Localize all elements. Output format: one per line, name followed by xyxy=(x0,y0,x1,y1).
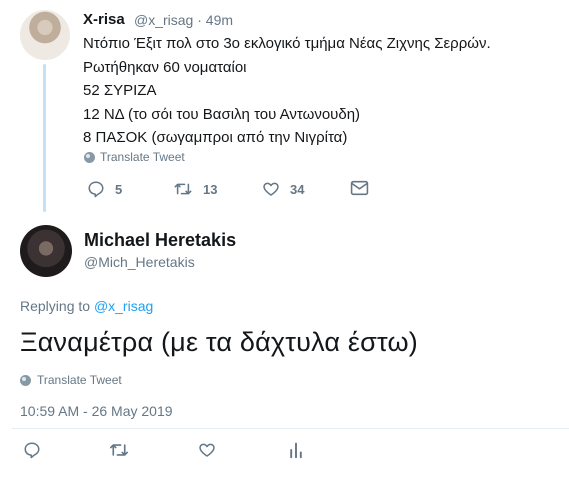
like-button[interactable] xyxy=(198,441,216,459)
avatar[interactable] xyxy=(20,225,72,277)
reply-icon xyxy=(24,442,40,459)
translate-tweet-link[interactable]: Translate Tweet xyxy=(20,373,122,387)
tweet-text: Ντόπιο Έξιτ πολ στο 3ο εκλογικό τμήμα Νέ… xyxy=(83,32,491,150)
message-button[interactable] xyxy=(350,180,369,196)
retweet-icon xyxy=(110,444,128,456)
like-icon xyxy=(263,182,279,196)
retweet-count: 13 xyxy=(203,181,218,197)
message-icon xyxy=(350,180,369,196)
analytics-icon xyxy=(290,442,302,459)
author-handle-time[interactable]: @x_risag · 49m xyxy=(134,12,233,28)
avatar[interactable] xyxy=(20,10,70,60)
reply-button[interactable]: 5 xyxy=(87,180,122,198)
globe-icon xyxy=(20,374,31,386)
retweet-icon xyxy=(174,183,192,195)
translate-tweet-link[interactable]: Translate Tweet xyxy=(84,150,185,164)
replying-prefix: Replying to xyxy=(20,298,91,314)
tweet-line: Ντόπιο Έξιτ πολ στο 3ο εκλογικό τμήμα Νέ… xyxy=(83,35,491,52)
tweet-line: Ρωτήθηκαν 60 νοματαίοι xyxy=(83,58,247,76)
reply-button[interactable] xyxy=(23,441,41,459)
retweet-button[interactable]: 13 xyxy=(173,180,217,198)
tweet-line: 8 ΠΑΣΟΚ (σωγαμπροι από την Νιγρίτα) xyxy=(83,129,348,146)
tweet-timestamp[interactable]: 10:59 AM - 26 May 2019 xyxy=(20,403,173,419)
globe-icon xyxy=(84,151,95,163)
author-handle[interactable]: @Mich_Heretakis xyxy=(84,254,195,270)
divider xyxy=(12,428,569,429)
like-icon xyxy=(199,443,215,457)
author-name[interactable]: X-risa xyxy=(83,11,125,28)
reply-count: 5 xyxy=(115,181,123,197)
tweet-text: Ξαναμέτρα (με τα δάχτυλα έστω) xyxy=(20,327,418,357)
retweet-button[interactable] xyxy=(108,441,130,459)
reply-icon xyxy=(88,181,104,198)
author-name[interactable]: Michael Heretakis xyxy=(84,230,236,251)
translate-label: Translate Tweet xyxy=(100,150,185,164)
analytics-button[interactable] xyxy=(288,441,304,459)
like-count: 34 xyxy=(290,181,305,197)
tweet-line: 52 ΣΥΡΙΖΑ xyxy=(83,82,157,99)
replying-to: Replying to @x_risag xyxy=(20,298,153,314)
thread-line xyxy=(43,64,46,212)
replying-handle-link[interactable]: @x_risag xyxy=(94,298,153,314)
tweet-line: 12 ΝΔ (το σόι του Βασιλη του Αντωνουδη) xyxy=(83,105,361,123)
like-button[interactable]: 34 xyxy=(262,180,304,198)
translate-label: Translate Tweet xyxy=(37,373,122,387)
